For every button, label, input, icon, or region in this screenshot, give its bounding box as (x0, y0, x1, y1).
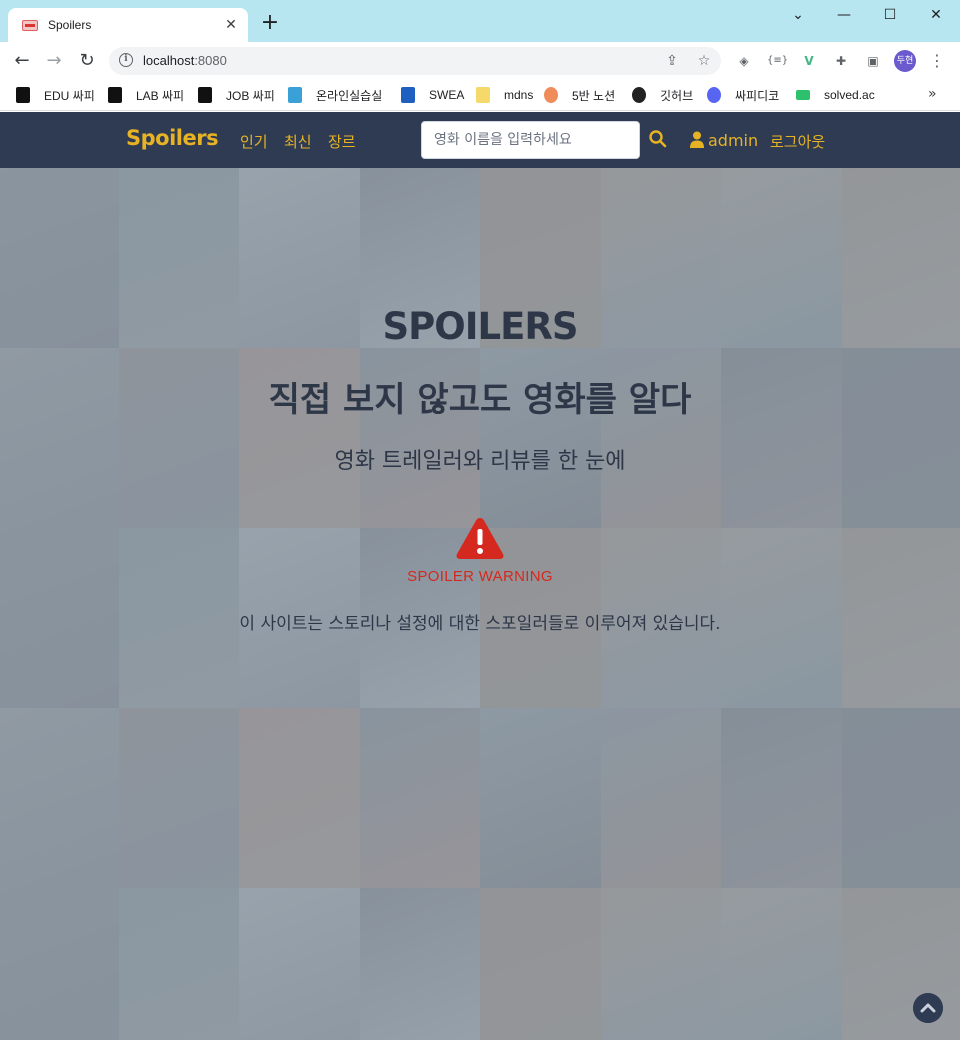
username-link[interactable]: admin (708, 131, 758, 150)
ssafy-icon (108, 87, 122, 103)
peach-icon (544, 87, 558, 103)
bookmark-online-lab[interactable]: 온라인실습실 (288, 86, 382, 104)
profile-avatar[interactable]: 두현 (894, 50, 916, 72)
hero-title: 직접 보지 않고도 영화를 알다 (268, 380, 692, 420)
share-icon[interactable]: ⇪ (662, 51, 682, 71)
bookmarks-bar: EDU 싸피 LAB 싸피 JOB 싸피 온라인실습실 SWEA mdns 5반… (0, 80, 960, 111)
close-tab-icon[interactable]: ✕ (222, 16, 240, 34)
extensions-puzzle-icon[interactable]: ✚ (831, 51, 851, 71)
app-navbar: Spoilers 인기 최신 장르 admin 로그아웃 (0, 112, 960, 168)
bookmarks-overflow-icon[interactable]: » (928, 86, 937, 102)
hero-overlay (0, 168, 960, 1040)
nav-link-latest[interactable]: 최신 (284, 131, 312, 152)
extension-shield-icon[interactable]: ◈ (734, 51, 754, 71)
folder-icon (476, 87, 490, 103)
solvedac-icon (796, 90, 810, 100)
discord-icon (707, 87, 721, 103)
ssafy-icon (198, 87, 212, 103)
warning-triangle-icon (456, 518, 504, 559)
hero-section: SPOILERS 직접 보지 않고도 영화를 알다 영화 트레일러와 리뷰를 한… (0, 168, 960, 1040)
bookmark-job[interactable]: JOB 싸피 (198, 86, 275, 104)
tab-search-chevron-icon[interactable]: ⌄ (783, 4, 813, 26)
close-window-icon[interactable]: ✕ (921, 4, 951, 26)
scroll-to-top-button[interactable] (913, 993, 943, 1023)
address-bar[interactable]: i localhost:8080 ⇪ ☆ (109, 47, 721, 75)
nav-link-popular[interactable]: 인기 (240, 131, 268, 152)
svg-text:SPOILERS: SPOILERS (383, 305, 578, 348)
new-tab-icon[interactable]: + (258, 12, 282, 36)
bookmark-notion[interactable]: 5반 노션 (544, 86, 615, 104)
browser-tab-strip: Spoilers ✕ + ⌄ — ☐ ✕ (0, 0, 960, 42)
nav-link-genre[interactable]: 장르 (328, 131, 356, 152)
browser-tab[interactable]: Spoilers ✕ (8, 8, 248, 42)
bookmark-swea[interactable]: SWEA (401, 86, 464, 104)
minimize-icon[interactable]: — (829, 4, 859, 26)
site-favicon-icon (22, 19, 38, 31)
bookmark-discord[interactable]: 싸피디코 (707, 86, 779, 104)
info-icon[interactable]: i (119, 53, 133, 67)
star-icon[interactable]: ☆ (694, 51, 714, 71)
user-icon (690, 131, 704, 148)
bookmark-mdns[interactable]: mdns (476, 86, 533, 104)
tab-title: Spoilers (48, 18, 92, 32)
maximize-icon[interactable]: ☐ (875, 4, 905, 26)
ssafy-icon (16, 87, 30, 103)
github-icon (632, 87, 646, 103)
spoilers-logo: SPOILERS (383, 305, 579, 348)
spoiler-warning-label: SPOILER WARNING (407, 568, 553, 585)
bookmark-lab[interactable]: LAB 싸피 (108, 86, 184, 104)
extension-json-icon[interactable]: {≡} (767, 51, 788, 71)
bookmark-edu[interactable]: EDU 싸피 (16, 86, 95, 104)
bookmark-solvedac[interactable]: solved.ac (796, 86, 875, 104)
back-arrow-icon[interactable]: ← (10, 49, 34, 73)
browser-toolbar: ← → ↻ i localhost:8080 ⇪ ☆ ◈ {≡} V ✚ ▣ ⋮ (0, 42, 960, 80)
vue-devtools-icon[interactable]: V (799, 51, 819, 71)
spoiler-warning-description: 이 사이트는 스토리나 설정에 대한 스포일러들로 이루어져 있습니다. (239, 614, 721, 634)
reload-icon[interactable]: ↻ (75, 49, 99, 73)
hero-subtitle: 영화 트레일러와 리뷰를 한 눈에 (334, 449, 626, 474)
forward-arrow-icon[interactable]: → (42, 49, 66, 73)
url-text: localhost:8080 (143, 53, 227, 68)
logout-button[interactable]: 로그아웃 (770, 131, 825, 152)
sidebar-icon[interactable]: ▣ (863, 51, 883, 71)
movie-search-input[interactable] (421, 121, 640, 159)
brand-logo[interactable]: Spoilers (126, 126, 219, 150)
menu-dots-icon[interactable]: ⋮ (927, 51, 947, 71)
search-icon[interactable] (648, 129, 668, 149)
ssafy-blue-icon (288, 87, 302, 103)
swea-icon (401, 87, 415, 103)
bookmark-github[interactable]: 깃허브 (632, 86, 693, 104)
